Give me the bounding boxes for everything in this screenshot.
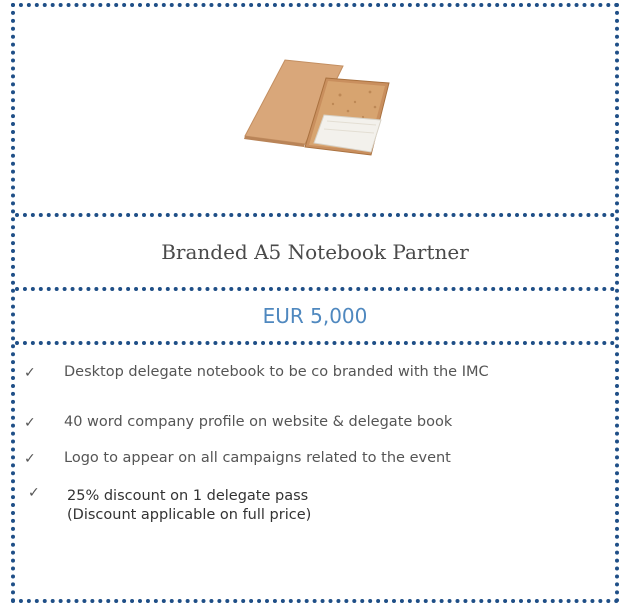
notebook-image: [244, 59, 390, 156]
feature-text: 40 word company profile on website & del…: [64, 414, 453, 430]
feature-text: Logo to appear on all campaigns related …: [64, 450, 451, 466]
package-title: Branded A5 Notebook Partner: [161, 240, 469, 264]
checkmark-icon: ✓: [24, 415, 36, 431]
title-area: Branded A5 Notebook Partner: [15, 217, 615, 287]
feature-subtext: (Discount applicable on full price): [67, 507, 312, 523]
checkmark-icon: ✓: [24, 365, 36, 381]
product-image-area: [15, 7, 615, 213]
checkmark-icon: ✓: [24, 451, 36, 467]
sponsorship-package-card: Branded A5 Notebook Partner EUR 5,000 ✓ …: [11, 3, 619, 603]
divider-price-features: [15, 341, 615, 345]
package-price: EUR 5,000: [262, 304, 368, 328]
checkmark-icon: ✓: [28, 485, 40, 501]
feature-text: 25% discount on 1 delegate pass: [67, 488, 309, 504]
price-area: EUR 5,000: [15, 291, 615, 341]
feature-text: Desktop delegate notebook to be co brand…: [64, 364, 489, 380]
